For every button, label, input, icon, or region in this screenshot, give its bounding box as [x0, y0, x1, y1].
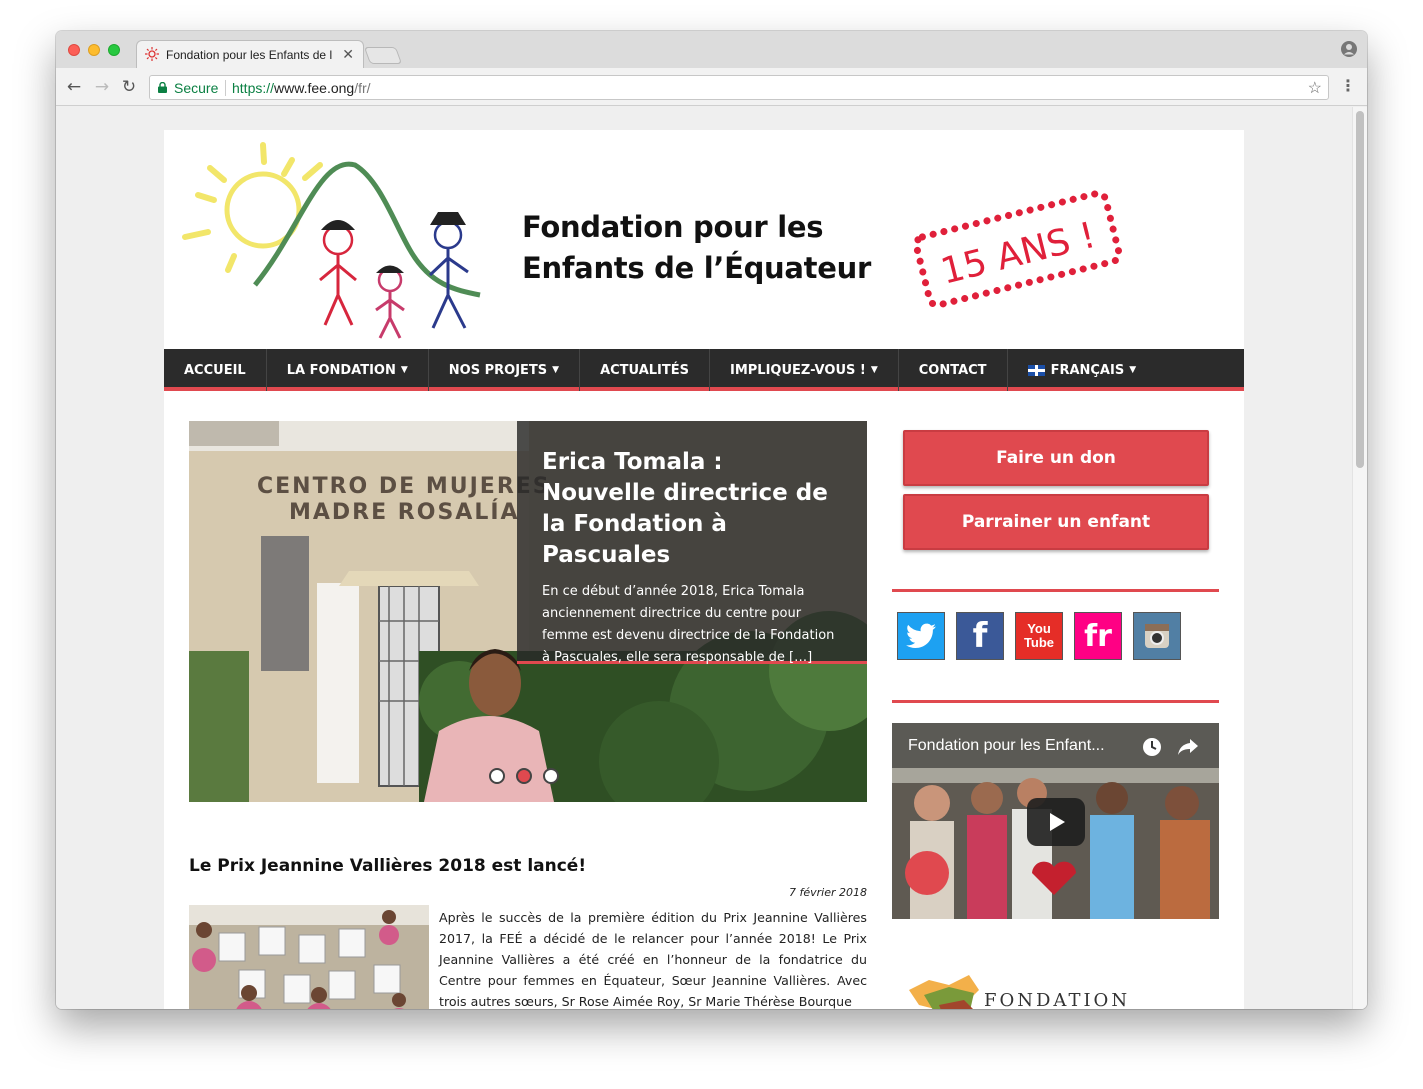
- site-title-line2: Enfants de l’Équateur: [522, 251, 871, 285]
- nav-label: FRANÇAIS: [1050, 362, 1125, 378]
- url-path: /fr/: [354, 80, 371, 96]
- share-icon[interactable]: [1177, 737, 1199, 757]
- nav-item-impliquez-vous[interactable]: IMPLIQUEZ-VOUS ! ▼: [710, 349, 899, 391]
- nav-label: ACCUEIL: [184, 362, 246, 378]
- browser-menu-icon[interactable]: ⋮: [1340, 76, 1356, 95]
- address-separator: [225, 80, 226, 96]
- url-host: www.fee.ong: [274, 80, 355, 96]
- site-title-line1: Fondation pour les: [522, 210, 824, 244]
- slider-dot-3[interactable]: [543, 768, 559, 784]
- instagram-icon[interactable]: [1133, 612, 1181, 660]
- back-arrow-icon[interactable]: ←: [64, 77, 84, 97]
- article-photo: [189, 905, 429, 1009]
- bookmark-star-icon[interactable]: ☆: [1308, 78, 1322, 98]
- url-text: https://www.fee.ong/fr/: [232, 80, 371, 96]
- quebec-flag-icon: [1027, 364, 1045, 376]
- donate-button[interactable]: Faire un don: [903, 430, 1209, 486]
- maximize-window-button[interactable]: [108, 44, 120, 56]
- video-play-button[interactable]: [1027, 798, 1085, 846]
- nav-label: LA FONDATION: [286, 362, 396, 378]
- nav-item-contact[interactable]: CONTACT: [899, 349, 1008, 391]
- nav-item-language[interactable]: FRANÇAIS ▼: [1008, 349, 1157, 391]
- article-excerpt: Après le succès de la première édition d…: [439, 910, 867, 1009]
- slide-caption[interactable]: Erica Tomala : Nouvelle directrice de la…: [517, 421, 867, 665]
- nav-item-accueil[interactable]: ACCUEIL: [164, 349, 267, 391]
- site-logo[interactable]: [180, 140, 490, 340]
- page-scrollbar[interactable]: [1352, 107, 1367, 1009]
- watch-later-icon[interactable]: [1142, 737, 1162, 757]
- stamp-text: 15 ANS !: [937, 215, 1100, 293]
- photo-sign-line2: MADRE ROSALÍA: [289, 499, 520, 525]
- slide-excerpt: En ce début d’année 2018, Erica Tomala a…: [542, 584, 835, 665]
- nav-label: CONTACT: [918, 362, 987, 378]
- article-thumbnail[interactable]: [189, 905, 429, 1009]
- main-navigation: ACCUEIL LA FONDATION ▼ NOS PROJETS ▼ ACTUA…: [164, 349, 1244, 391]
- instagram-camera-glyph: [1145, 624, 1169, 648]
- flickr-icon[interactable]: fr: [1074, 612, 1122, 660]
- article-title[interactable]: Le Prix Jeannine Vallières 2018 est lanc…: [189, 856, 586, 876]
- nav-item-la-fondation[interactable]: LA FONDATION ▼: [267, 349, 429, 391]
- photo-sign-line1: CENTRO DE MUJERES: [257, 474, 551, 499]
- twitter-bird-glyph: [906, 623, 936, 648]
- tab-title: Fondation pour les Enfants de l: [166, 48, 333, 62]
- page-viewport: Fondation pour les Enfants de l’Équateur…: [56, 107, 1367, 1009]
- new-tab-button[interactable]: [363, 47, 403, 64]
- nav-item-actualites[interactable]: ACTUALITÉS: [580, 349, 710, 391]
- featured-slider[interactable]: CENTRO DE MUJERES MADRE ROSALÍA Erica To…: [189, 421, 867, 802]
- browser-tab[interactable]: Fondation pour les Enfants de l ✕: [136, 40, 364, 68]
- slider-pagination: [489, 768, 559, 784]
- site-title[interactable]: Fondation pour les Enfants de l’Équateur: [522, 207, 871, 289]
- twitter-icon[interactable]: [897, 612, 945, 660]
- chevron-down-icon: ▼: [870, 365, 878, 375]
- video-embed[interactable]: Fondation pour les Enfant...: [892, 723, 1219, 919]
- site-page: Fondation pour les Enfants de l’Équateur…: [164, 130, 1244, 1009]
- nav-label: ACTUALITÉS: [600, 362, 689, 378]
- nav-label: NOS PROJETS: [448, 362, 548, 378]
- video-title[interactable]: Fondation pour les Enfant...: [908, 737, 1130, 755]
- reload-icon[interactable]: ↻: [119, 77, 139, 97]
- profile-icon[interactable]: [1341, 41, 1357, 57]
- tab-bar: Fondation pour les Enfants de l ✕: [56, 31, 1367, 68]
- scrollbar-thumb[interactable]: [1356, 111, 1364, 468]
- browser-toolbar: ← → ↻ Secure https://www.fee.ong/fr/ ☆ ⋮: [56, 68, 1367, 106]
- forward-arrow-icon[interactable]: →: [92, 77, 112, 97]
- facebook-icon[interactable]: f: [956, 612, 1004, 660]
- nav-label: IMPLIQUEZ-VOUS !: [730, 362, 866, 378]
- youtube-icon[interactable]: You Tube: [1015, 612, 1063, 660]
- address-bar[interactable]: Secure https://www.fee.ong/fr/ ☆: [149, 75, 1329, 100]
- slider-dot-1[interactable]: [489, 768, 505, 784]
- anniversary-stamp: 15 ANS !: [912, 189, 1123, 309]
- partner-logo-text: FONDATION: [984, 990, 1131, 1009]
- browser-window: Fondation pour les Enfants de l ✕ ← → ↻ …: [56, 31, 1367, 1009]
- minimize-window-button[interactable]: [88, 44, 100, 56]
- chevron-down-icon: ▼: [552, 365, 560, 375]
- close-window-button[interactable]: [68, 44, 80, 56]
- tab-close-icon[interactable]: ✕: [342, 46, 354, 63]
- secure-label: Secure: [174, 80, 219, 96]
- sidebar-divider: [892, 589, 1219, 592]
- nav-item-nos-projets[interactable]: NOS PROJETS ▼: [429, 349, 581, 391]
- article-date: 7 février 2018: [788, 886, 867, 899]
- social-links: f You Tube fr: [897, 612, 1181, 660]
- sponsor-child-button[interactable]: Parrainer un enfant: [903, 494, 1209, 550]
- url-scheme: https://: [232, 80, 275, 96]
- slider-dot-2[interactable]: [516, 768, 532, 784]
- chevron-down-icon: ▼: [1129, 365, 1137, 375]
- lock-icon: [158, 82, 167, 93]
- sidebar-divider: [892, 700, 1219, 703]
- chevron-down-icon: ▼: [400, 365, 408, 375]
- slide-title[interactable]: Erica Tomala : Nouvelle directrice de la…: [542, 447, 843, 571]
- favicon-sun-icon: [145, 47, 159, 61]
